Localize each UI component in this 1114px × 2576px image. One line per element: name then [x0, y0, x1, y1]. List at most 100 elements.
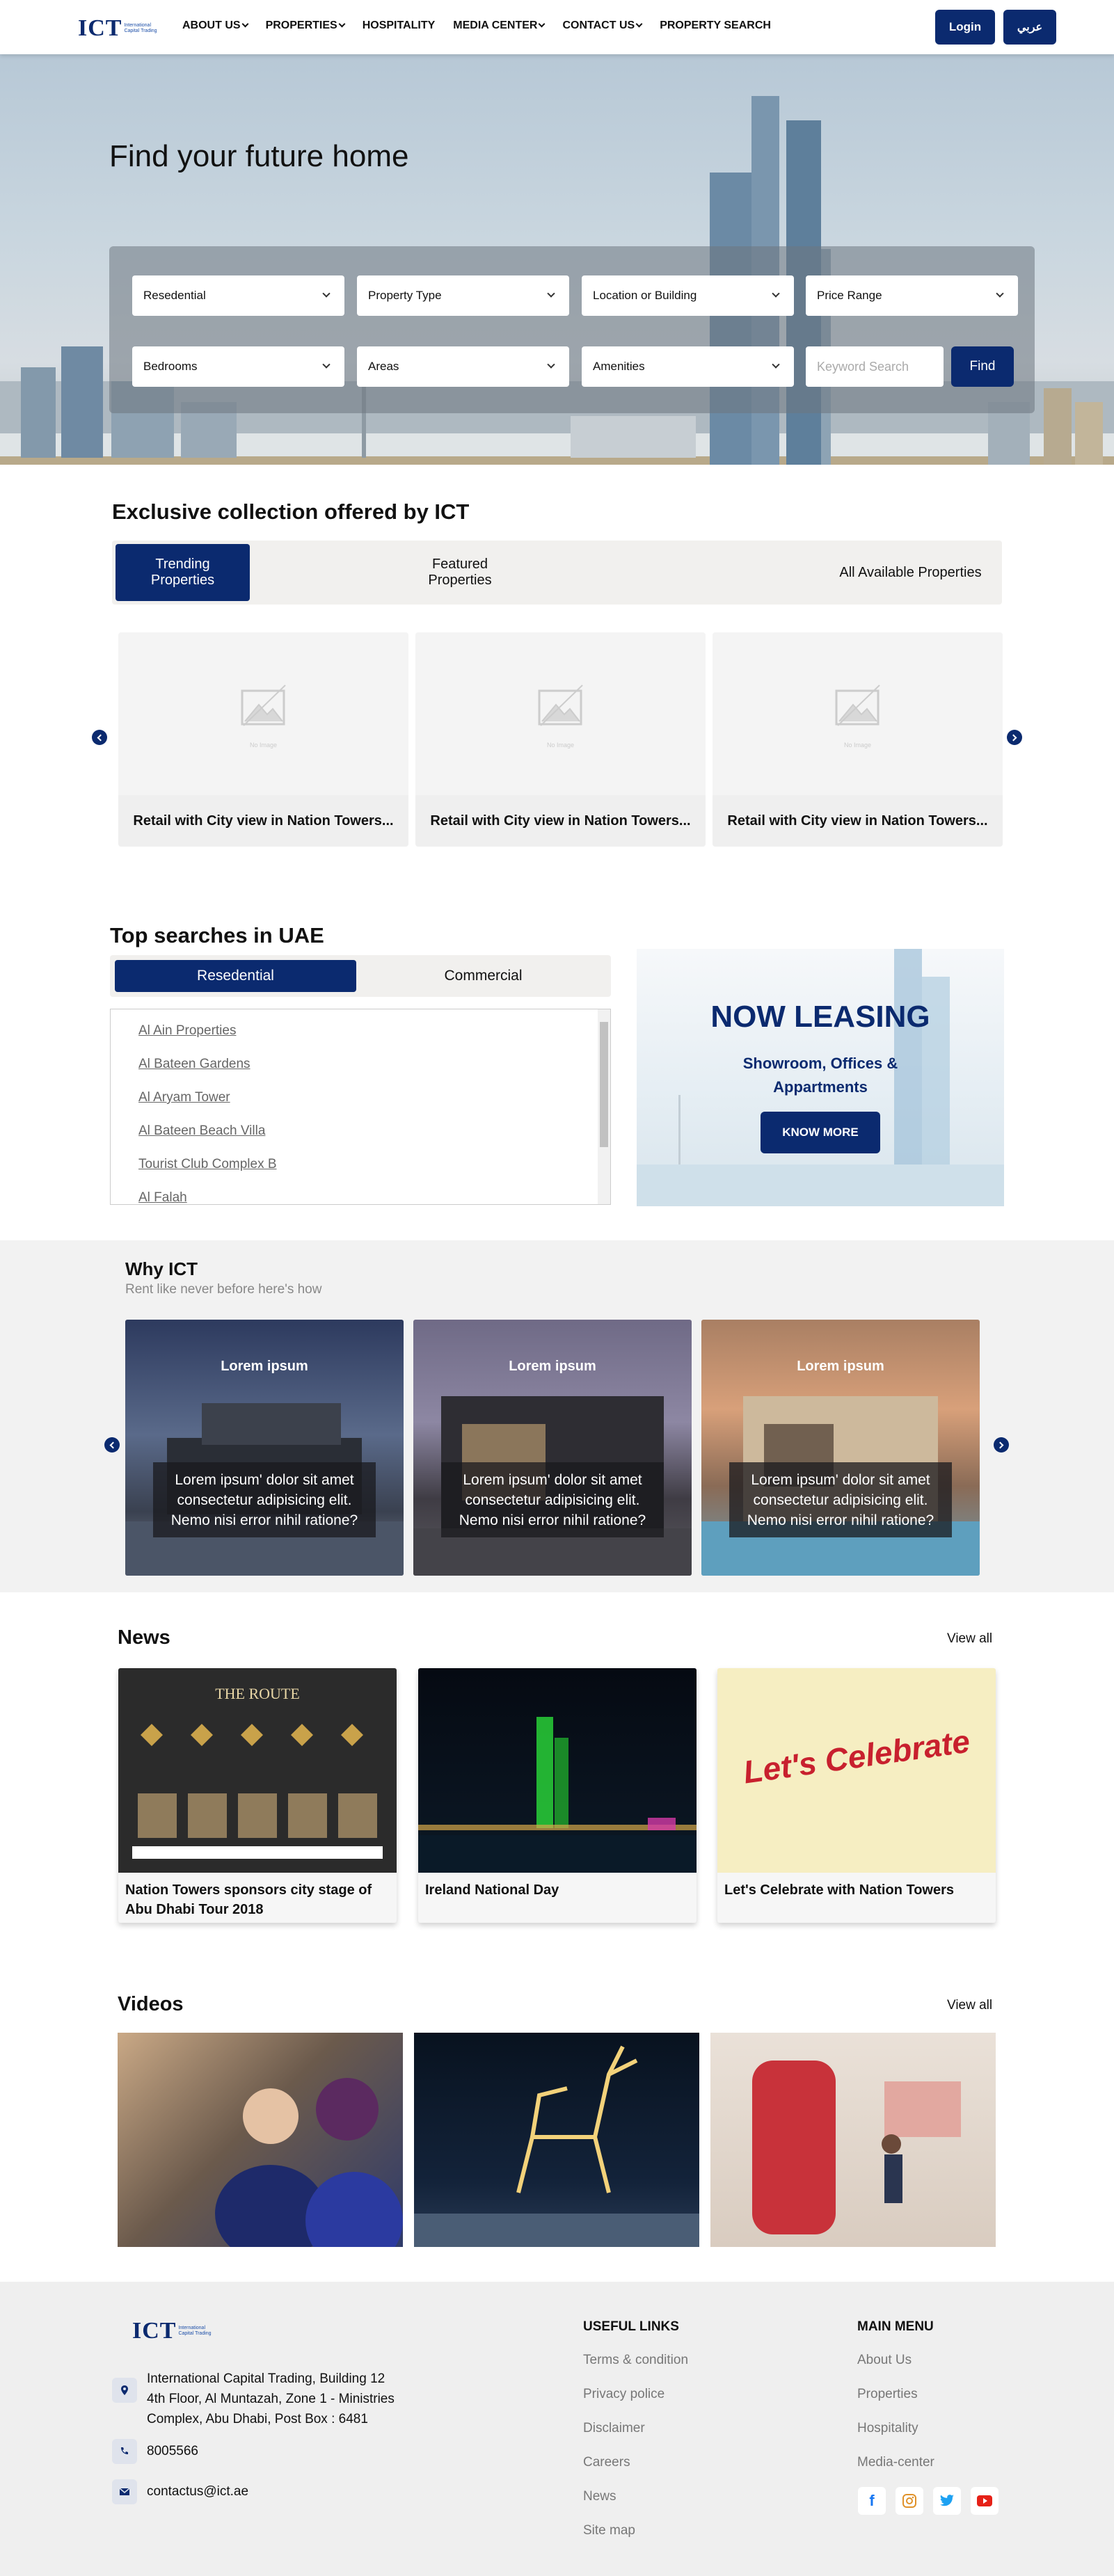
property-card[interactable]: No Image Retail with City view in Nation…: [713, 632, 1003, 847]
chevron-down-icon: [241, 20, 249, 28]
footer-ict-logo[interactable]: ICT International Capital Trading: [132, 2319, 220, 2343]
footer-link-media-center[interactable]: Media-center: [857, 2455, 934, 2470]
property-card-title: Retail with City view in Nation Towers..…: [118, 795, 408, 847]
nav-property-search[interactable]: PROPERTY SEARCH: [660, 19, 771, 32]
language-button[interactable]: عربي: [1003, 10, 1056, 45]
select-value: Price Range: [817, 289, 882, 302]
why-card[interactable]: Lorem ipsum Lorem ipsum' dolor sit amet …: [701, 1320, 980, 1576]
footer-link-careers[interactable]: Careers: [583, 2455, 630, 2470]
areas-select[interactable]: Areas: [357, 346, 569, 387]
tab-all-available-properties[interactable]: All Available Properties: [822, 544, 999, 601]
carousel-next-icon[interactable]: [1007, 730, 1022, 745]
list-item[interactable]: Al Falah: [138, 1190, 187, 1204]
bedrooms-select[interactable]: Bedrooms: [132, 346, 344, 387]
scrollbar[interactable]: [598, 1009, 610, 1204]
nav-about-us[interactable]: ABOUT US: [182, 19, 249, 32]
list-item[interactable]: Tourist Club Complex B: [138, 1157, 277, 1172]
footer-link-about[interactable]: About Us: [857, 2353, 912, 2368]
nav-label: CONTACT US: [562, 19, 635, 31]
list-item[interactable]: Al Aryam Tower: [138, 1090, 230, 1105]
video-thumbnail[interactable]: [414, 2033, 699, 2247]
login-button[interactable]: Login: [935, 10, 995, 45]
why-card[interactable]: Lorem ipsum Lorem ipsum' dolor sit amet …: [413, 1320, 692, 1576]
why-card-heading: Lorem ipsum: [509, 1359, 596, 1374]
nav-label: HOSPITALITY: [362, 19, 436, 31]
news-card[interactable]: Let's Celebrate Let's Celebrate with Nat…: [717, 1668, 996, 1923]
video-thumbnail[interactable]: [710, 2033, 996, 2247]
know-more-button[interactable]: KNOW MORE: [761, 1112, 880, 1153]
footer-link-sitemap[interactable]: Site map: [583, 2523, 635, 2538]
videos-view-all-link[interactable]: View all: [947, 1998, 992, 2013]
chevron-down-icon: [322, 289, 331, 298]
carousel-prev-icon[interactable]: [92, 730, 107, 745]
phone-icon: [112, 2439, 137, 2464]
amenities-select[interactable]: Amenities: [582, 346, 794, 387]
chevron-down-icon: [547, 289, 555, 298]
footer-link-news[interactable]: News: [583, 2489, 616, 2504]
facebook-icon[interactable]: f: [858, 2487, 886, 2515]
youtube-icon[interactable]: [971, 2487, 998, 2515]
why-card[interactable]: Lorem ipsum Lorem ipsum' dolor sit amet …: [125, 1320, 404, 1576]
why-card-heading: Lorem ipsum: [797, 1359, 884, 1374]
news-card[interactable]: Ireland National Day: [418, 1668, 697, 1923]
footer-phone[interactable]: 8005566: [147, 2444, 198, 2459]
price-range-select[interactable]: Price Range: [806, 275, 1018, 316]
news-view-all-link[interactable]: View all: [947, 1631, 992, 1647]
footer-email[interactable]: contactus@ict.ae: [147, 2484, 248, 2499]
footer-link-hospitality[interactable]: Hospitality: [857, 2421, 918, 2436]
scrollbar-thumb[interactable]: [600, 1022, 608, 1147]
property-card[interactable]: No Image Retail with City view in Nation…: [415, 632, 706, 847]
carousel-next-icon[interactable]: [994, 1437, 1009, 1453]
why-card-heading: Lorem ipsum: [221, 1359, 308, 1374]
ict-logo[interactable]: ICT International Capital Trading: [78, 17, 166, 40]
list-item[interactable]: Al Bateen Beach Villa: [138, 1123, 265, 1139]
twitter-icon[interactable]: [933, 2487, 961, 2515]
address-line: Complex, Abu Dhabi, Post Box : 6481: [147, 2412, 368, 2426]
footer-link-properties[interactable]: Properties: [857, 2387, 918, 2402]
nav-label: PROPERTY SEARCH: [660, 19, 771, 31]
nav-hospitality[interactable]: HOSPITALITY: [363, 19, 436, 32]
carousel-prev-icon[interactable]: [104, 1437, 120, 1453]
top-searches-list[interactable]: Al Ain Properties Al Bateen Gardens Al A…: [110, 1009, 611, 1205]
logo-subtext: International Capital Trading: [178, 2326, 212, 2336]
videos-title: Videos: [118, 1993, 184, 2015]
poster-title: Let's Celebrate: [740, 1722, 972, 1791]
location-select[interactable]: Location or Building: [582, 275, 794, 316]
property-type-select[interactable]: Property Type: [357, 275, 569, 316]
keyword-search-input[interactable]: Keyword Search: [806, 346, 944, 387]
footer-link-disclaimer[interactable]: Disclaimer: [583, 2421, 645, 2436]
property-card[interactable]: No Image Retail with City view in Nation…: [118, 632, 408, 847]
news-title: News: [118, 1626, 170, 1649]
news-image: Let's Celebrate: [717, 1668, 996, 1873]
chevron-down-icon: [338, 20, 346, 28]
list-item[interactable]: Al Ain Properties: [138, 1023, 236, 1039]
hero-banner: Find your future home Resedential Proper…: [0, 54, 1114, 465]
tab-trending-properties[interactable]: Trending Properties: [116, 544, 250, 601]
tab-commercial[interactable]: Commercial: [360, 960, 606, 992]
now-leasing-subtitle: Showroom, Offices & Appartments: [742, 1055, 898, 1096]
exclusive-title: Exclusive collection offered by ICT: [112, 499, 470, 524]
no-image-placeholder-icon: [241, 685, 286, 726]
list-item[interactable]: Al Bateen Gardens: [138, 1057, 250, 1072]
residential-select[interactable]: Resedential: [132, 275, 344, 316]
exclusive-tabs: Trending Properties Featured Properties …: [112, 541, 1002, 605]
news-caption: Let's Celebrate with Nation Towers: [724, 1882, 954, 1898]
mall-display-image: [752, 2061, 961, 2234]
news-card[interactable]: THE ROUTE Nation Towers sponsors city st…: [118, 1668, 397, 1923]
why-card-text: Lorem ipsum' dolor sit amet consectetur …: [729, 1462, 952, 1537]
instagram-icon[interactable]: [896, 2487, 923, 2515]
tab-featured-properties[interactable]: Featured Properties: [390, 544, 530, 601]
footer-link-privacy[interactable]: Privacy police: [583, 2387, 665, 2402]
tab-residential[interactable]: Resedential: [115, 960, 356, 992]
select-value: Amenities: [593, 360, 645, 373]
nav-contact-us[interactable]: CONTACT US: [562, 19, 643, 32]
footer-link-terms[interactable]: Terms & condition: [583, 2353, 688, 2368]
video-thumbnail[interactable]: [118, 2033, 403, 2247]
nav-media-center[interactable]: MEDIA CENTER: [453, 19, 546, 32]
chevron-down-icon: [772, 289, 780, 298]
find-button[interactable]: Find: [951, 346, 1014, 387]
property-card-title: Retail with City view in Nation Towers..…: [713, 795, 1003, 847]
nav-properties[interactable]: PROPERTIES: [266, 19, 346, 32]
no-image-placeholder-icon: [835, 685, 880, 726]
select-value: Bedrooms: [143, 360, 198, 373]
